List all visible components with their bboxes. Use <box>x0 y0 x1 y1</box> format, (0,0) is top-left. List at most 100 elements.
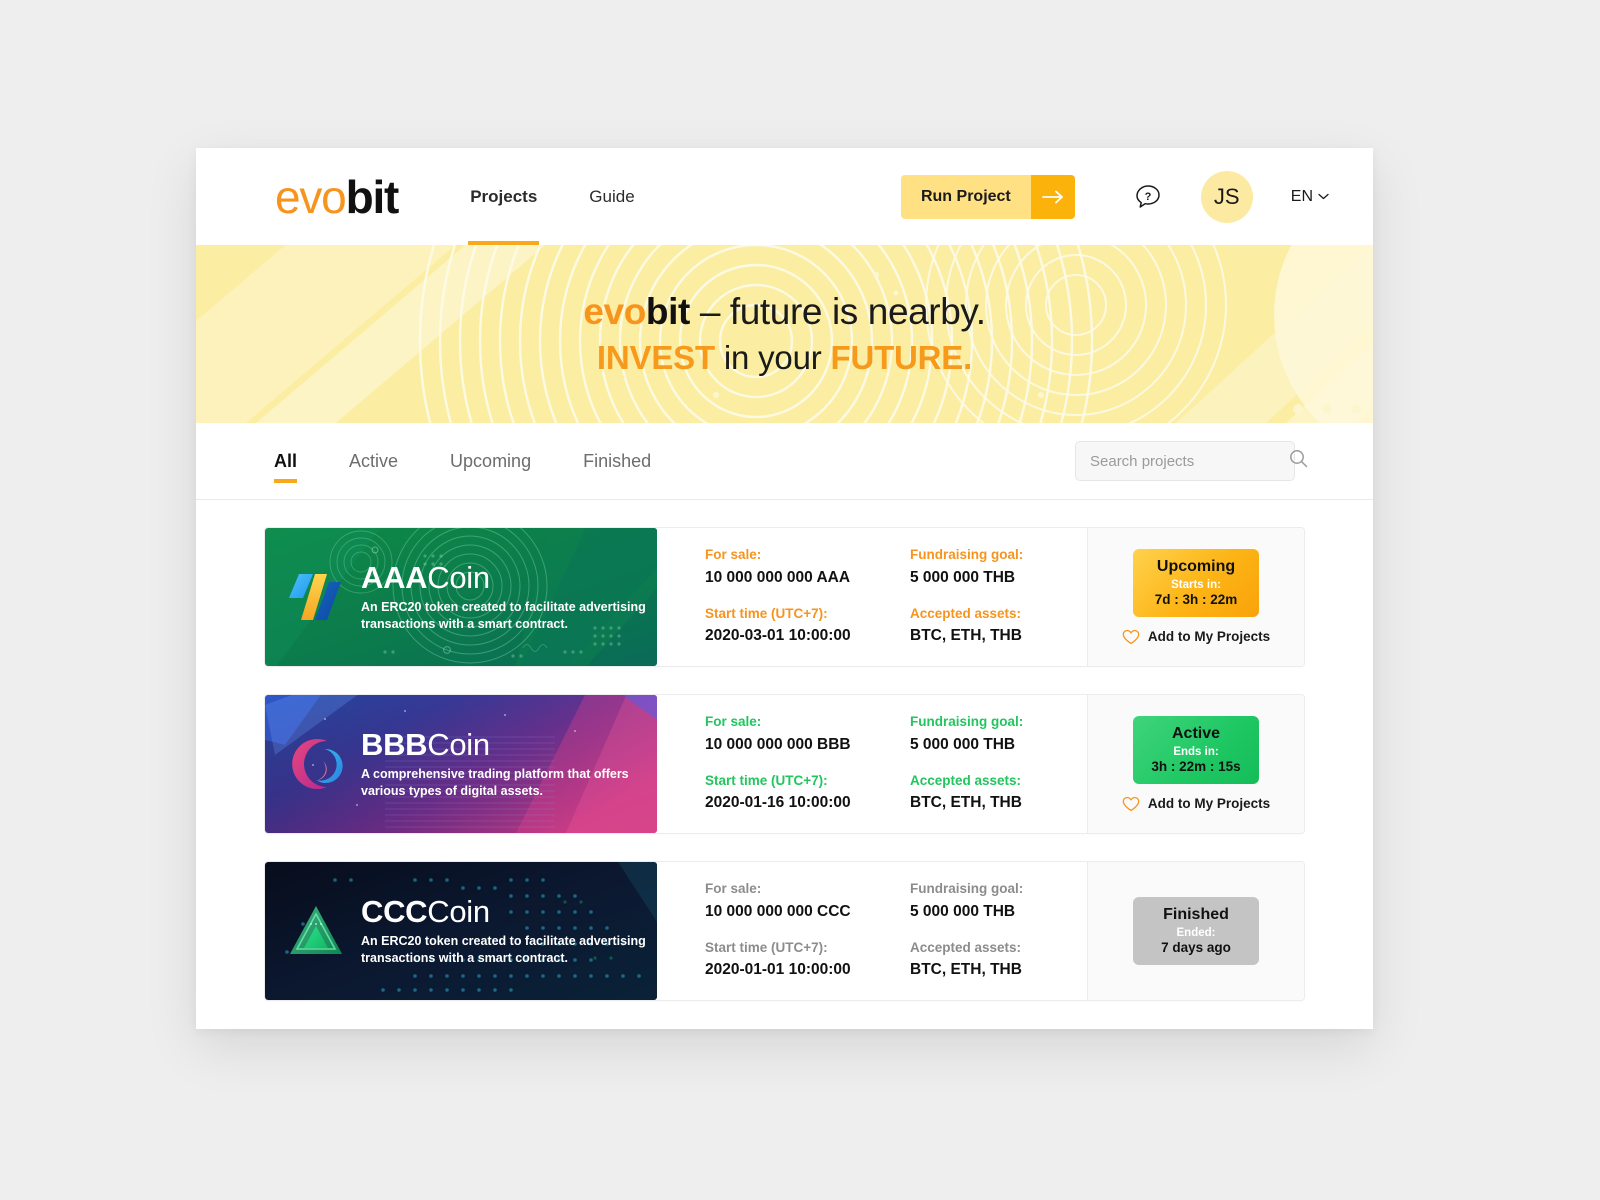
project-banner-aaa: AAACoin An ERC20 token created to facili… <box>265 528 657 666</box>
project-details: For sale: 10 000 000 000 BBB Start time … <box>657 695 1088 833</box>
accepted-assets-label: Accepted assets: <box>910 772 1022 788</box>
hero-invest-word: INVEST <box>596 339 715 376</box>
accepted-assets-value: BTC, ETH, THB <box>910 627 1022 645</box>
heart-icon <box>1122 796 1140 812</box>
project-name-bold: AAA <box>361 559 428 595</box>
add-to-my-projects-label: Add to My Projects <box>1147 796 1271 812</box>
logo-text-evo: evo <box>275 170 347 223</box>
language-selector[interactable]: EN <box>1291 188 1329 206</box>
project-name-bold: CCC <box>361 893 428 929</box>
project-name: CCCCoin <box>361 893 651 929</box>
hero-logo-bit: bit <box>645 291 690 332</box>
details-column-right: Fundraising goal: 5 000 000 THB Accepted… <box>910 713 1023 815</box>
avatar[interactable]: JS <box>1200 170 1253 223</box>
accepted-assets-label: Accepted assets: <box>910 939 1022 955</box>
details-column-left: For sale: 10 000 000 000 AAA Start time … <box>705 546 910 648</box>
search-icon[interactable] <box>1289 449 1308 473</box>
search-input[interactable] <box>1090 452 1289 470</box>
project-status-panel: Finished Ended: 7 days ago <box>1088 862 1304 1000</box>
status-badge-countdown: 7d : 3h : 22m <box>1154 591 1238 607</box>
chevron-down-icon <box>1318 193 1329 200</box>
heart-icon <box>1122 629 1140 645</box>
project-banner-ccc: CCCCoin An ERC20 token created to facili… <box>265 862 657 1000</box>
fundraising-goal-group: Fundraising goal: 5 000 000 THB <box>910 880 1023 923</box>
start-time-label: Start time (UTC+7): <box>705 939 828 955</box>
aaacoin-logo-icon <box>287 568 345 626</box>
status-badge-title: Finished <box>1163 906 1229 924</box>
hero-headline: evobit – future is nearby. <box>583 291 986 333</box>
start-time-value: 2020-03-01 10:00:00 <box>705 627 851 645</box>
nav-item-projects[interactable]: Projects <box>468 148 540 245</box>
main-navigation: Projects Guide <box>468 148 684 245</box>
project-title-block: CCCCoin An ERC20 token created to facili… <box>361 893 651 967</box>
start-time-value: 2020-01-01 10:00:00 <box>705 961 851 979</box>
for-sale-value: 10 000 000 000 AAA <box>705 569 851 587</box>
for-sale-value: 10 000 000 000 CCC <box>705 903 851 921</box>
details-column-left: For sale: 10 000 000 000 BBB Start time … <box>705 713 910 815</box>
project-banner-bbb: BBBCoin A comprehensive trading platform… <box>265 695 657 833</box>
tab-upcoming-label: Upcoming <box>450 450 532 471</box>
for-sale-label: For sale: <box>705 547 762 563</box>
fundraising-goal-value: 5 000 000 THB <box>910 569 1016 587</box>
accepted-assets-value: BTC, ETH, THB <box>910 961 1022 979</box>
start-time-group: Start time (UTC+7): 2020-01-01 10:00:00 <box>705 939 910 982</box>
run-project-button[interactable]: Run Project <box>900 174 1075 219</box>
project-title-block: AAACoin An ERC20 token created to facili… <box>361 559 651 633</box>
table-row[interactable]: BBBCoin A comprehensive trading platform… <box>264 694 1305 834</box>
project-name: AAACoin <box>361 559 651 595</box>
status-badge-title: Active <box>1171 725 1221 743</box>
evobit-logo[interactable]: evobit <box>275 170 400 223</box>
hero-content: evobit – future is nearby. INVEST in you… <box>196 245 1373 423</box>
site-header: evobit Projects Guide Run Project ? JS E… <box>196 148 1373 245</box>
details-column-right: Fundraising goal: 5 000 000 THB Accepted… <box>910 546 1023 648</box>
hero-subheadline: INVEST in your FUTURE. <box>597 339 972 377</box>
status-badge-title: Upcoming <box>1156 558 1236 576</box>
filter-bar: All Active Upcoming Finished <box>196 423 1373 500</box>
svg-text:?: ? <box>1144 191 1151 203</box>
for-sale-group: For sale: 10 000 000 000 BBB <box>705 713 910 756</box>
tab-finished[interactable]: Finished <box>583 423 651 499</box>
hero-logo-evo: evo <box>583 291 646 332</box>
status-badge-subtitle: Ended: <box>1176 926 1216 939</box>
status-badge[interactable]: Active Ends in: 3h : 22m : 15s <box>1133 716 1259 784</box>
logo-text-bit: bit <box>345 170 400 223</box>
for-sale-label: For sale: <box>705 714 762 730</box>
project-identity: BBBCoin A comprehensive trading platform… <box>287 728 651 800</box>
start-time-label: Start time (UTC+7): <box>705 772 828 788</box>
header-actions: Run Project ? JS EN <box>900 170 1349 223</box>
search-box[interactable] <box>1075 441 1308 481</box>
status-badge-subtitle: Starts in: <box>1171 578 1221 591</box>
help-question-bubble-icon[interactable]: ? <box>1133 182 1163 212</box>
avatar-initials: JS <box>1213 183 1240 209</box>
status-badge-subtitle: Ends in: <box>1173 745 1219 758</box>
tab-active[interactable]: Active <box>349 423 398 499</box>
add-to-my-projects-label: Add to My Projects <box>1147 629 1271 645</box>
app-window: evobit Projects Guide Run Project ? JS E… <box>196 148 1373 1029</box>
fundraising-goal-label: Fundraising goal: <box>910 714 1024 730</box>
project-name-rest: Coin <box>427 559 490 595</box>
project-status-panel: Active Ends in: 3h : 22m : 15s Add to My… <box>1088 695 1304 833</box>
add-to-my-projects-button[interactable]: Add to My Projects <box>1122 796 1270 812</box>
project-details: For sale: 10 000 000 000 AAA Start time … <box>657 528 1088 666</box>
status-badge-countdown: 7 days ago <box>1161 939 1231 955</box>
add-to-my-projects-button[interactable]: Add to My Projects <box>1122 629 1270 645</box>
status-badge[interactable]: Finished Ended: 7 days ago <box>1133 897 1259 965</box>
project-identity: CCCCoin An ERC20 token created to facili… <box>287 893 651 967</box>
nav-item-guide[interactable]: Guide <box>587 148 636 245</box>
project-name: BBBCoin <box>361 728 651 762</box>
fundraising-goal-label: Fundraising goal: <box>910 547 1024 563</box>
table-row[interactable]: AAACoin An ERC20 token created to facili… <box>264 527 1305 667</box>
status-badge[interactable]: Upcoming Starts in: 7d : 3h : 22m <box>1133 549 1259 617</box>
tab-upcoming[interactable]: Upcoming <box>450 423 531 499</box>
project-list: AAACoin An ERC20 token created to facili… <box>196 500 1373 1029</box>
project-details: For sale: 10 000 000 000 CCC Start time … <box>657 862 1088 1000</box>
project-status-panel: Upcoming Starts in: 7d : 3h : 22m Add to… <box>1088 528 1304 666</box>
accepted-assets-group: Accepted assets: BTC, ETH, THB <box>910 772 1023 815</box>
fundraising-goal-group: Fundraising goal: 5 000 000 THB <box>910 713 1023 756</box>
tab-all[interactable]: All <box>274 423 298 499</box>
start-time-label: Start time (UTC+7): <box>705 605 828 621</box>
fundraising-goal-group: Fundraising goal: 5 000 000 THB <box>910 546 1023 589</box>
table-row[interactable]: CCCCoin An ERC20 token created to facili… <box>264 861 1305 1001</box>
project-description: A comprehensive trading platform that of… <box>361 767 629 798</box>
status-badge-countdown: 3h : 22m : 15s <box>1151 758 1241 774</box>
